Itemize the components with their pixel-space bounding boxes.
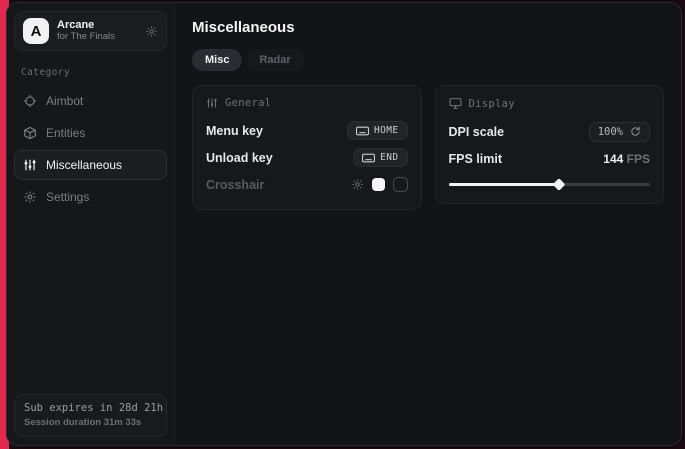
page-title: Miscellaneous — [192, 19, 664, 36]
keyboard-icon — [362, 153, 375, 163]
brand-card: A Arcane for The Finals — [14, 11, 167, 51]
fps-limit-label: FPS limit — [449, 152, 502, 166]
sliders-icon — [23, 158, 37, 172]
crosshair-icon — [23, 94, 37, 108]
menu-key-button[interactable]: HOME — [347, 121, 407, 140]
crosshair-color-swatch[interactable] — [372, 178, 385, 191]
display-card-header: Display — [449, 97, 651, 110]
dpi-scale-value: 100% — [598, 126, 623, 138]
sidebar-item-label: Settings — [46, 190, 89, 204]
card-grid: General Menu key HOME Unload key — [192, 85, 664, 210]
sidebar-item-label: Miscellaneous — [46, 158, 122, 172]
app-subtitle: for The Finals — [57, 32, 137, 43]
monitor-icon — [449, 97, 462, 110]
unload-key-button[interactable]: END — [353, 148, 407, 167]
dpi-scale-row: DPI scale 100% — [449, 120, 651, 143]
sidebar-item-miscellaneous[interactable]: Miscellaneous — [14, 150, 167, 180]
app-window: A Arcane for The Finals Category — [6, 2, 682, 446]
fps-limit-slider[interactable] — [449, 178, 651, 190]
dpi-scale-label: DPI scale — [449, 125, 505, 139]
general-card-header: General — [206, 97, 408, 109]
sidebar-item-settings[interactable]: Settings — [14, 182, 167, 212]
subscription-card: Sub expires in 28d 21h Session duration … — [14, 394, 167, 437]
crosshair-checkbox[interactable] — [393, 177, 408, 192]
main-panel: Miscellaneous Misc Radar Gene — [175, 3, 681, 445]
fps-unit: FPS — [627, 152, 650, 166]
category-label: Category — [21, 67, 160, 78]
slider-fill — [449, 183, 560, 186]
tab-bar: Misc Radar — [192, 49, 664, 71]
brand-text: Arcane for The Finals — [57, 19, 137, 43]
tab-misc[interactable]: Misc — [192, 49, 242, 71]
session-duration-text: Session duration 31m 33s — [24, 417, 157, 428]
unload-key-label: Unload key — [206, 151, 273, 165]
app-logo: A — [23, 18, 49, 44]
cube-icon — [23, 126, 37, 140]
sidebar: A Arcane for The Finals Category — [7, 3, 175, 445]
crosshair-label: Crosshair — [206, 178, 264, 192]
sidebar-nav: Aimbot Entities — [14, 86, 167, 212]
general-card: General Menu key HOME Unload key — [192, 85, 422, 210]
fps-number: 144 — [603, 152, 623, 166]
crosshair-settings-gear-icon[interactable] — [351, 178, 364, 191]
crosshair-controls — [351, 177, 408, 192]
menu-key-label: Menu key — [206, 124, 263, 138]
unload-key-value: END — [380, 152, 398, 163]
dpi-scale-field[interactable]: 100% — [589, 122, 650, 142]
sliders-icon — [206, 97, 218, 109]
sub-expiry-text: Sub expires in 28d 21h — [24, 402, 157, 414]
brand-gear-icon[interactable] — [145, 25, 158, 38]
sidebar-item-aimbot[interactable]: Aimbot — [14, 86, 167, 116]
fps-limit-value: 144 FPS — [603, 152, 650, 166]
app-name: Arcane — [57, 19, 137, 32]
gear-icon — [23, 190, 37, 204]
sidebar-item-entities[interactable]: Entities — [14, 118, 167, 148]
sidebar-item-label: Aimbot — [46, 94, 83, 108]
fps-limit-row: FPS limit 144 FPS — [449, 147, 651, 170]
keyboard-icon — [356, 126, 369, 136]
menu-key-row: Menu key HOME — [206, 119, 408, 142]
sidebar-item-label: Entities — [46, 126, 85, 140]
unload-key-row: Unload key END — [206, 146, 408, 169]
display-card-title: Display — [469, 98, 515, 110]
refresh-icon[interactable] — [630, 126, 641, 137]
menu-key-value: HOME — [374, 125, 398, 136]
slider-thumb[interactable] — [553, 178, 566, 191]
display-card: Display DPI scale 100% FPS limit — [435, 85, 665, 204]
crosshair-row: Crosshair — [206, 173, 408, 196]
general-card-title: General — [225, 97, 271, 109]
tab-radar[interactable]: Radar — [246, 49, 303, 71]
